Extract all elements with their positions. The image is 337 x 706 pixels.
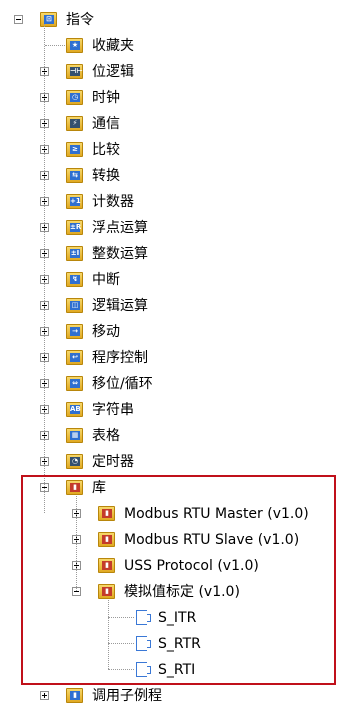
timer-icon: ◔	[66, 454, 83, 469]
tree-item-2[interactable]: 时钟	[92, 88, 120, 108]
tree-item-7[interactable]: 浮点运算	[92, 218, 148, 238]
tree-item-15[interactable]: 表格	[92, 426, 120, 446]
tree-item-call-subroutine[interactable]: 调用子例程	[92, 686, 162, 706]
tree-root-label[interactable]: 指令	[66, 10, 94, 30]
tree-item-3[interactable]: 通信	[92, 114, 120, 134]
tree-item-13[interactable]: 移位/循环	[92, 374, 153, 394]
clock-icon: ◷	[66, 90, 83, 105]
tree-item-10[interactable]: 逻辑运算	[92, 296, 148, 316]
bit-logic-icon: ⊣⊢	[66, 64, 83, 79]
integer-math-icon: ±I	[66, 246, 83, 261]
communication-icon: ⚡	[66, 116, 83, 131]
move-icon: →	[66, 324, 83, 339]
interrupt-icon: ↯	[66, 272, 83, 287]
float-math-icon: ±R	[66, 220, 83, 235]
tree-item-5[interactable]: 转换	[92, 166, 120, 186]
program-control-icon: ↩	[66, 350, 83, 365]
library-highlight-box	[21, 475, 336, 685]
tree-item-0[interactable]: 收藏夹	[92, 36, 134, 56]
instructions-folder-icon: ⊡	[40, 12, 57, 27]
tree-item-12[interactable]: 程序控制	[92, 348, 148, 368]
table-icon: ▦	[66, 428, 83, 443]
convert-icon: ⇆	[66, 168, 83, 183]
tree-toggle-call-subroutine[interactable]	[40, 691, 49, 700]
tree-item-1[interactable]: 位逻辑	[92, 62, 134, 82]
favorites-icon: ★	[66, 38, 83, 53]
tree-item-16[interactable]: 定时器	[92, 452, 134, 472]
compare-icon: ≥	[66, 142, 83, 157]
call-subroutine-icon: ▮	[66, 688, 83, 703]
logic-ops-icon: ◫	[66, 298, 83, 313]
tree-item-9[interactable]: 中断	[92, 270, 120, 290]
shift-rotate-icon: ⇔	[66, 376, 83, 391]
root-collapse-toggle[interactable]	[14, 15, 23, 24]
tree-item-11[interactable]: 移动	[92, 322, 120, 342]
tree-item-6[interactable]: 计数器	[92, 192, 134, 212]
tree-item-14[interactable]: 字符串	[92, 400, 134, 420]
string-icon: AB	[66, 402, 83, 417]
counter-icon: +1	[66, 194, 83, 209]
tree-item-8[interactable]: 整数运算	[92, 244, 148, 264]
tree-item-4[interactable]: 比较	[92, 140, 120, 160]
